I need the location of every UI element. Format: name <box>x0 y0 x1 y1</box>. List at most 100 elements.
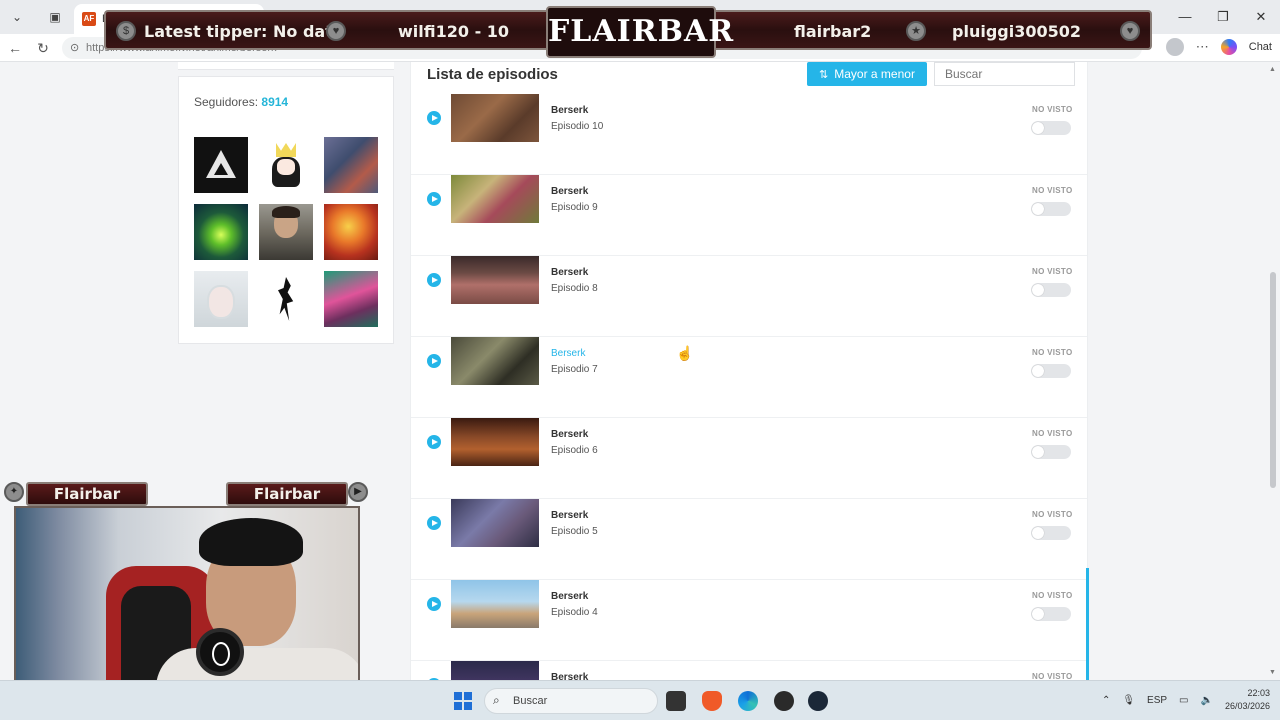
close-button[interactable]: ✕ <box>1242 0 1280 34</box>
copilot-icon[interactable] <box>1220 39 1237 55</box>
play-icon[interactable] <box>427 516 441 530</box>
taskbar-search-label: Buscar <box>513 695 548 707</box>
follower-avatar[interactable] <box>194 137 248 193</box>
episode-row[interactable]: Berserk NO VISTO <box>411 661 1087 680</box>
minimize-button[interactable]: — <box>1166 0 1204 34</box>
sidebar-top-card <box>178 62 394 70</box>
episode-number: Episodio 5 <box>551 526 598 537</box>
page-scrollbar[interactable]: ▲ ▼ <box>1266 62 1280 680</box>
follower-avatar[interactable] <box>259 137 313 193</box>
more-menu-icon[interactable]: ⋯ <box>1196 39 1209 55</box>
episode-thumbnail[interactable] <box>451 337 539 385</box>
play-icon[interactable] <box>427 111 441 125</box>
episode-row[interactable]: Berserk Episodio 9 NO VISTO <box>411 175 1087 256</box>
episode-thumbnail[interactable] <box>451 256 539 304</box>
play-icon[interactable] <box>427 273 441 287</box>
follower-avatar[interactable] <box>194 271 248 327</box>
episode-show-title[interactable]: Berserk <box>551 348 585 359</box>
clock[interactable]: 22:03 26/03/2026 <box>1225 687 1270 713</box>
episode-row[interactable]: Berserk Episodio 8 NO VISTO <box>411 256 1087 337</box>
scroll-up-icon[interactable]: ▲ <box>1269 66 1276 73</box>
windows-taskbar: ⌕ Buscar ⌃ 🎙 ESP ▭ 🔈 22:03 26/03/2026 <box>0 680 1280 720</box>
watched-toggle[interactable] <box>1031 364 1071 378</box>
episode-show-title[interactable]: Berserk <box>551 429 588 440</box>
play-icon[interactable] <box>427 597 441 611</box>
episode-row[interactable]: Berserk Episodio 5 NO VISTO <box>411 499 1087 580</box>
episode-show-title[interactable]: Berserk <box>551 672 588 680</box>
follower-avatar[interactable] <box>324 137 378 193</box>
taskbar-search[interactable]: ⌕ Buscar <box>484 688 658 714</box>
file-explorer-icon[interactable] <box>666 691 686 711</box>
follower-avatar[interactable] <box>259 204 313 260</box>
obs-icon[interactable] <box>774 691 794 711</box>
watched-toggle[interactable] <box>1031 283 1071 297</box>
followers-line: Seguidores: 8914 <box>194 95 288 109</box>
scroll-thumb[interactable] <box>1270 272 1276 488</box>
windows-start-icon[interactable] <box>454 692 472 710</box>
watched-status-label: NO VISTO <box>1032 348 1073 357</box>
play-icon[interactable] <box>427 354 441 368</box>
episode-list-title: Lista de episodios <box>427 66 558 83</box>
volume-icon[interactable]: 🔈 <box>1201 695 1213 706</box>
episode-row[interactable]: Berserk Episodio 7 NO VISTO <box>411 337 1087 418</box>
system-tray: ⌃ 🎙 ESP ▭ 🔈 22:03 26/03/2026 <box>1102 687 1270 713</box>
back-arrow-icon[interactable]: ← <box>6 39 24 57</box>
person-hair <box>199 518 303 566</box>
follower-avatar[interactable] <box>324 204 378 260</box>
episode-thumbnail[interactable] <box>451 580 539 628</box>
microphone-icon[interactable]: 🎙 <box>1122 695 1135 706</box>
maximize-button[interactable]: ❐ <box>1204 0 1242 34</box>
workspaces-icon[interactable]: ▣ <box>46 8 64 26</box>
scroll-down-icon[interactable]: ▼ <box>1269 669 1276 676</box>
follower-avatar[interactable] <box>259 271 313 327</box>
watched-toggle[interactable] <box>1031 607 1071 621</box>
stream-overlay-banner: $ Latest tipper: No data ♥ wilfi120 - 10… <box>104 6 1152 58</box>
search-icon: ⌕ <box>493 693 500 707</box>
follower-avatar[interactable] <box>194 204 248 260</box>
followers-label: Seguidores: <box>194 95 259 109</box>
episode-show-title[interactable]: Berserk <box>551 186 588 197</box>
heart-end-badge-icon: ♥ <box>1120 21 1140 41</box>
edge-browser-icon[interactable] <box>738 691 758 711</box>
reload-icon[interactable]: ↻ <box>34 39 52 57</box>
language-indicator[interactable]: ESP <box>1147 695 1167 706</box>
watched-status-label: NO VISTO <box>1032 591 1073 600</box>
brave-browser-icon[interactable] <box>702 691 722 711</box>
watched-toggle[interactable] <box>1031 445 1071 459</box>
episode-search-input[interactable] <box>934 62 1075 86</box>
toggle-knob <box>1032 365 1044 377</box>
play-icon[interactable] <box>427 435 441 449</box>
watched-status-label: NO VISTO <box>1032 510 1073 519</box>
follower-avatar[interactable] <box>324 271 378 327</box>
episode-thumbnail[interactable] <box>451 418 539 466</box>
watched-toggle[interactable] <box>1031 526 1071 540</box>
tab-list-chevron-icon[interactable]: ⌄ <box>8 8 26 26</box>
site-info-icon[interactable]: ⊙ <box>70 41 79 54</box>
episode-thumbnail[interactable] <box>451 94 539 142</box>
watched-toggle[interactable] <box>1031 121 1071 135</box>
profile-avatar[interactable] <box>1165 38 1184 56</box>
episode-thumbnail[interactable] <box>451 499 539 547</box>
episode-show-title[interactable]: Berserk <box>551 510 588 521</box>
episode-show-title[interactable]: Berserk <box>551 591 588 602</box>
steam-icon[interactable] <box>808 691 828 711</box>
tab-favicon: AF <box>82 12 96 26</box>
watched-status-label: NO VISTO <box>1032 672 1073 680</box>
play-icon[interactable] <box>427 192 441 206</box>
episode-row[interactable]: Berserk Episodio 10 NO VISTO <box>411 94 1087 175</box>
episode-row[interactable]: Berserk Episodio 4 NO VISTO <box>411 580 1087 661</box>
episode-number: Episodio 6 <box>551 445 598 456</box>
episode-thumbnail[interactable] <box>451 175 539 223</box>
network-icon[interactable]: ▭ <box>1179 695 1188 706</box>
tray-chevron-icon[interactable]: ⌃ <box>1102 695 1110 706</box>
dollar-badge-icon: $ <box>116 21 136 41</box>
watched-toggle[interactable] <box>1031 202 1071 216</box>
episode-thumbnail[interactable] <box>451 661 539 680</box>
episode-show-title[interactable]: Berserk <box>551 105 588 116</box>
sort-order-button[interactable]: ⇅ Mayor a menor <box>807 62 927 86</box>
episode-number: Episodio 7 <box>551 364 598 375</box>
episode-row[interactable]: Berserk Episodio 6 NO VISTO <box>411 418 1087 499</box>
headphones <box>196 628 244 676</box>
chat-label[interactable]: Chat <box>1249 41 1272 53</box>
episode-show-title[interactable]: Berserk <box>551 267 588 278</box>
